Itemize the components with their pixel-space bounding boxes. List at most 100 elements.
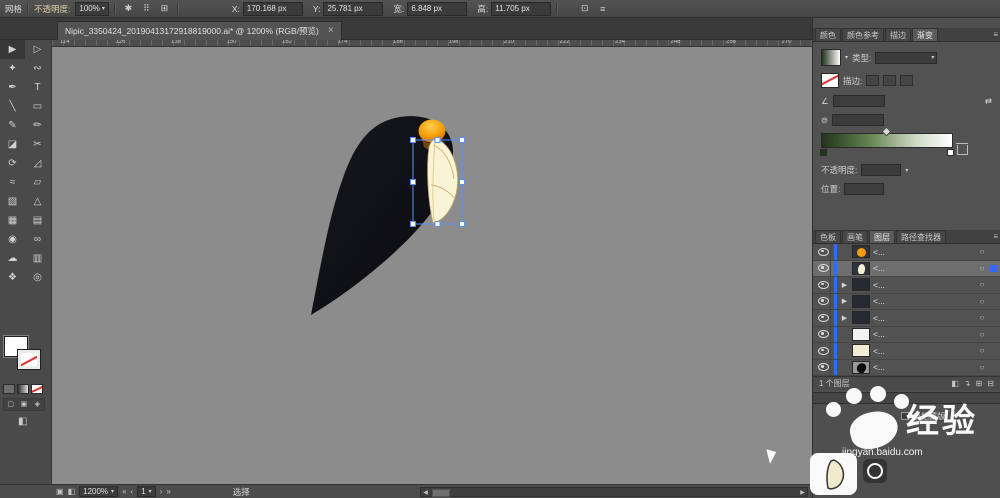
target-icon[interactable]: ○ (977, 330, 987, 339)
gradient-button[interactable] (17, 384, 29, 394)
layer-row[interactable]: ▶ <... ○ (813, 293, 1000, 310)
visibility-toggle[interactable] (816, 244, 831, 260)
eraser-tool[interactable]: ◪ (0, 135, 25, 154)
target-icon[interactable]: ○ (977, 313, 987, 322)
selection-tool[interactable]: ▶ (0, 40, 25, 59)
chevron-down-icon[interactable]: ▾ (149, 488, 152, 495)
rectangle-tool[interactable]: ▭ (25, 97, 50, 116)
layer-row[interactable]: <... ○ (813, 244, 1000, 261)
bird-head-shape[interactable] (418, 119, 446, 143)
y-field[interactable]: 25.781 px (323, 1, 384, 16)
delete-layer-icon[interactable]: ⊟ (987, 379, 994, 388)
x-field[interactable]: 170.168 px (242, 1, 303, 16)
draw-inside-icon[interactable]: ◈ (31, 399, 44, 410)
width-field[interactable]: 6.848 px (407, 1, 468, 16)
gradient-swatch[interactable] (821, 49, 841, 66)
blend-tool[interactable]: ∞ (25, 230, 50, 249)
width-tool[interactable]: ≈ (0, 173, 25, 192)
panel-menu-icon[interactable]: ≡ (993, 30, 998, 41)
angle-input[interactable] (832, 95, 885, 107)
chevron-down-icon[interactable]: ▾ (102, 5, 105, 12)
selection-handle[interactable] (459, 137, 465, 143)
none-button[interactable] (31, 384, 43, 394)
artboard-select[interactable]: 1 ▾ (137, 486, 156, 497)
zoom-tool[interactable]: ◎ (25, 268, 50, 287)
free-transform-tool[interactable]: ▱ (25, 173, 50, 192)
zoom-select[interactable]: 1200% ▾ (79, 486, 119, 497)
draw-normal-icon[interactable]: ▢ (4, 399, 17, 410)
visibility-toggle[interactable] (816, 260, 831, 276)
expand-icon[interactable]: ▶ (840, 314, 849, 322)
stop-position-input[interactable] (844, 183, 885, 195)
lasso-tool[interactable]: ∾ (25, 59, 50, 78)
perspective-grid-tool[interactable]: △ (25, 192, 50, 211)
target-icon[interactable]: ○ (977, 346, 987, 355)
visibility-toggle[interactable] (816, 310, 831, 326)
hand-tool[interactable]: ❖ (0, 268, 25, 287)
gradient-type-select[interactable]: ▾ (875, 51, 938, 64)
selection-handle[interactable] (410, 221, 416, 227)
expand-icon[interactable]: ▶ (840, 281, 849, 289)
reverse-gradient-icon[interactable]: ⇄ (985, 96, 992, 107)
line-segment-tool[interactable]: ╲ (0, 97, 25, 116)
target-icon[interactable]: ○ (977, 280, 987, 289)
stroke-swatch[interactable] (17, 349, 41, 370)
panel-menu-icon[interactable]: ≡ (993, 232, 998, 243)
layer-row[interactable]: ▶ <... ○ (813, 310, 1000, 327)
make-clipping-mask-icon[interactable]: ◧ (951, 379, 959, 388)
mesh-tool[interactable]: ▦ (0, 211, 25, 230)
close-tab-icon[interactable]: × (328, 26, 334, 36)
document-setup-icon[interactable]: ◧ (68, 487, 76, 496)
stroke-across-icon[interactable] (900, 75, 914, 86)
selection-handle[interactable] (459, 221, 465, 227)
tab-layers[interactable]: 图层 (869, 230, 895, 243)
magic-wand-tool[interactable]: ✦ (0, 59, 25, 78)
target-icon[interactable]: ○ (977, 297, 987, 306)
tab-color[interactable]: 颜色 (815, 28, 841, 41)
rotate-tool[interactable]: ⟳ (0, 154, 25, 173)
target-icon[interactable]: ○ (977, 363, 987, 372)
tab-brushes[interactable]: 画笔 (842, 230, 868, 243)
chevron-down-icon[interactable]: ▾ (111, 488, 114, 495)
visibility-toggle[interactable] (816, 293, 831, 309)
scissors-tool[interactable]: ✂ (25, 135, 50, 154)
invert-mask-checkbox[interactable] (901, 412, 909, 420)
layer-row[interactable]: ▶ <... ○ (813, 277, 1000, 294)
target-icon[interactable]: ○ (977, 264, 987, 273)
canvas-area[interactable] (52, 47, 812, 484)
screen-mode-icon[interactable]: ◧ (18, 416, 27, 427)
layer-row[interactable]: <... ○ (813, 359, 1000, 376)
height-field[interactable]: 11.705 px (491, 1, 552, 16)
delete-stop-icon[interactable] (956, 142, 968, 155)
control-menu-icon[interactable]: ≡ (595, 4, 610, 14)
gradient-stop-right[interactable] (947, 149, 954, 156)
symbol-sprayer-tool[interactable]: ☁ (0, 249, 25, 268)
opacity-input[interactable]: 100% ▾ (75, 1, 109, 16)
layer-row[interactable]: <... ○ (813, 260, 1000, 277)
horizontal-scrollbar[interactable]: ◀ ▶ (420, 487, 808, 497)
transparency-panel-header[interactable] (813, 392, 1000, 404)
shape-builder-tool[interactable]: ▧ (0, 192, 25, 211)
stroke-within-icon[interactable] (866, 75, 880, 86)
tab-swatches[interactable]: 色板 (815, 230, 841, 243)
gradient-slider[interactable] (820, 126, 954, 157)
horizontal-ruler[interactable]: 114 126 138 150 162 174 186 198 210 222 234 246 258 2… (52, 40, 812, 47)
selection-handle[interactable] (434, 137, 441, 143)
color-button[interactable] (3, 384, 15, 394)
pencil-tool[interactable]: ✏ (25, 116, 50, 135)
paintbrush-tool[interactable]: ✎ (0, 116, 25, 135)
arrange-documents-icon[interactable]: ▣ (56, 487, 64, 496)
visibility-toggle[interactable] (816, 277, 831, 293)
target-icon[interactable]: ○ (977, 247, 987, 256)
tab-color-guide[interactable]: 颜色参考 (842, 28, 884, 41)
eyedropper-tool[interactable]: ◉ (0, 230, 25, 249)
tab-stroke[interactable]: 描边 (885, 28, 911, 41)
selection-handle[interactable] (410, 179, 416, 185)
scroll-right-icon[interactable]: ▶ (798, 489, 807, 496)
type-tool[interactable]: T (25, 78, 50, 97)
chevron-down-icon[interactable]: ▾ (905, 167, 908, 174)
style-icon[interactable]: ✱ (121, 3, 136, 14)
stop-opacity-input[interactable] (861, 164, 902, 176)
visibility-toggle[interactable] (816, 326, 831, 342)
align-icon[interactable]: ⊞ (157, 3, 172, 14)
